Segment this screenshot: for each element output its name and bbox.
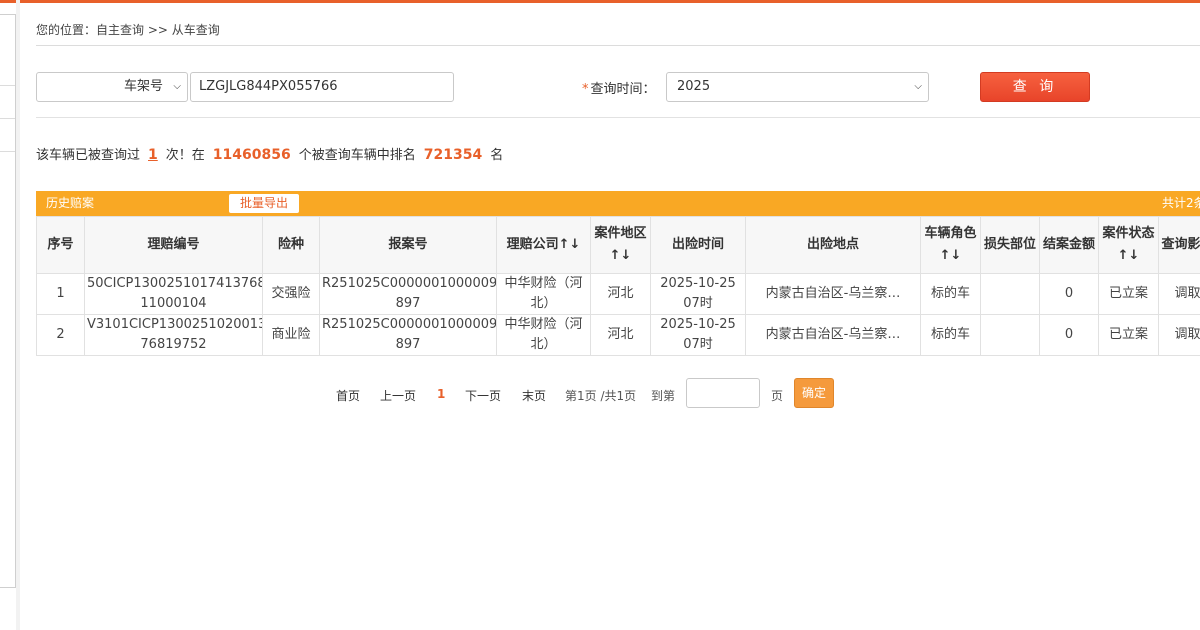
total-vehicles-count: 11460856 (212, 147, 291, 163)
search-type-value: 车架号 (123, 79, 163, 94)
sidebar-row[interactable] (0, 119, 15, 152)
col-header-company[interactable]: 理赔公司↑↓ (496, 216, 591, 274)
cell-accident-place: 内蒙古自治区-乌兰察… (745, 273, 921, 315)
claims-table: 序号 理赔编号 险种 报案号 理赔公司↑↓ 案件地区↑↓ 出险时间 出险地点 车… (36, 216, 1200, 356)
pagination: 首页 上一页 1 下一页 末页 第1页 /共1页 到第 页 确定 (0, 378, 1200, 410)
history-claims-bar: 历史赔案 批量导出 共计2条 (36, 191, 1200, 216)
breadcrumb: 您的位置：自主查询 >> 从车查询 (36, 20, 1200, 46)
required-mark: * (582, 82, 589, 97)
search-type-select[interactable]: 车架号 ⌵ (36, 72, 188, 102)
col-header-region[interactable]: 案件地区↑↓ (590, 216, 651, 274)
cell-settle-amount: 0 (1039, 273, 1099, 315)
table-row: 2 V3101CICP1300251020013 76819752 商业险 R2… (36, 314, 1200, 356)
total-count: 共计2条 (1162, 196, 1200, 210)
goto-label: 到第 (651, 389, 676, 403)
query-stats: 该车辆已被查询过 1 次！在 11460856 个被查询车辆中排名 721354 名 (36, 146, 503, 165)
col-header-vehicle-role[interactable]: 车辆角色↑↓ (920, 216, 981, 274)
section-divider (36, 117, 1200, 118)
cell-accident-place: 内蒙古自治区-乌兰察… (745, 314, 921, 356)
cell-region: 河北 (590, 273, 651, 315)
query-year-value: 2025 (677, 79, 711, 94)
query-year-select[interactable]: 2025 ⌵ (666, 72, 929, 102)
current-page-number: 1 (437, 387, 446, 401)
goto-page-input[interactable] (686, 378, 760, 408)
history-claims-title: 历史赔案 (46, 196, 95, 210)
cell-case-status: 已立案 (1098, 273, 1159, 315)
cell-accident-time: 2025-10-25 07时 (650, 273, 746, 315)
cell-index: 1 (36, 273, 85, 315)
vin-input[interactable]: LZGJLG844PX055766 (190, 72, 454, 102)
query-button[interactable]: 查 询 (980, 72, 1090, 102)
sidebar-row[interactable] (0, 86, 15, 119)
col-header-case-status[interactable]: 案件状态↑↓ (1098, 216, 1159, 274)
cell-loss-part (980, 273, 1040, 315)
table-row: 1 50CICP1300251017413768 11000104 交强险 R2… (36, 273, 1200, 315)
stats-text-4: 名 (490, 148, 504, 163)
sidebar-gutter (16, 0, 20, 630)
stats-text-3: 个被查询车辆中排名 (298, 148, 416, 163)
cell-loss-part (980, 314, 1040, 356)
col-header-claim-no: 理赔编号 (84, 216, 263, 274)
cell-index: 2 (36, 314, 85, 356)
left-sidebar-panel (0, 14, 16, 588)
last-page-link[interactable]: 末页 (522, 387, 546, 404)
cell-region: 河北 (590, 314, 651, 356)
page-unit-label: 页 (771, 389, 784, 403)
query-time-label: * 查询时间： (582, 78, 656, 97)
cell-company: 中华财险（河北） (496, 273, 591, 315)
cell-report-no: R251025C00000010000091 897 (319, 314, 497, 356)
batch-export-button[interactable]: 批量导出 (229, 194, 299, 213)
retrieve-image-link[interactable]: 调取 (1158, 273, 1200, 315)
col-header-accident-time: 出险时间 (650, 216, 746, 274)
cell-insurance-type: 交强险 (262, 273, 320, 315)
col-header-image-query: 查询影像 (1158, 216, 1200, 274)
cell-company: 中华财险（河北） (496, 314, 591, 356)
confirm-page-button[interactable]: 确定 (794, 378, 834, 408)
next-page-link[interactable]: 下一页 (465, 387, 501, 404)
retrieve-image-link[interactable]: 调取 (1158, 314, 1200, 356)
cell-settle-amount: 0 (1039, 314, 1099, 356)
sidebar-row[interactable] (0, 152, 15, 184)
cell-vehicle-role: 标的车 (920, 314, 981, 356)
cell-case-status: 已立案 (1098, 314, 1159, 356)
cell-report-no: R251025C00000010000091 897 (319, 273, 497, 315)
col-header-insurance-type: 险种 (262, 216, 320, 274)
cell-insurance-type: 商业险 (262, 314, 320, 356)
stats-text-1: 该车辆已被查询过 (36, 148, 141, 163)
table-header-row: 序号 理赔编号 险种 报案号 理赔公司↑↓ 案件地区↑↓ 出险时间 出险地点 车… (36, 216, 1200, 274)
col-header-settle-amount: 结案金额 (1039, 216, 1099, 274)
cell-claim-no: V3101CICP1300251020013 76819752 (84, 314, 263, 356)
rank-value: 721354 (423, 147, 483, 163)
top-accent-bar (0, 0, 1200, 3)
sidebar-row (0, 15, 15, 86)
col-header-loss-part: 损失部位 (980, 216, 1040, 274)
chevron-down-icon: ⌵ (914, 81, 922, 92)
query-time-label-text: 查询时间： (590, 82, 656, 97)
first-page-link[interactable]: 首页 (336, 387, 360, 404)
chevron-down-icon: ⌵ (173, 81, 181, 92)
col-header-index: 序号 (36, 216, 85, 274)
col-header-accident-place: 出险地点 (745, 216, 921, 274)
page-info: 第1页 /共1页 (565, 389, 637, 403)
cell-vehicle-role: 标的车 (920, 273, 981, 315)
prev-page-link[interactable]: 上一页 (380, 387, 416, 404)
cell-accident-time: 2025-10-25 07时 (650, 314, 746, 356)
query-count-link[interactable]: 1 (148, 147, 158, 163)
cell-claim-no: 50CICP1300251017413768 11000104 (84, 273, 263, 315)
stats-text-2: 次！在 (165, 148, 205, 163)
col-header-report-no: 报案号 (319, 216, 497, 274)
